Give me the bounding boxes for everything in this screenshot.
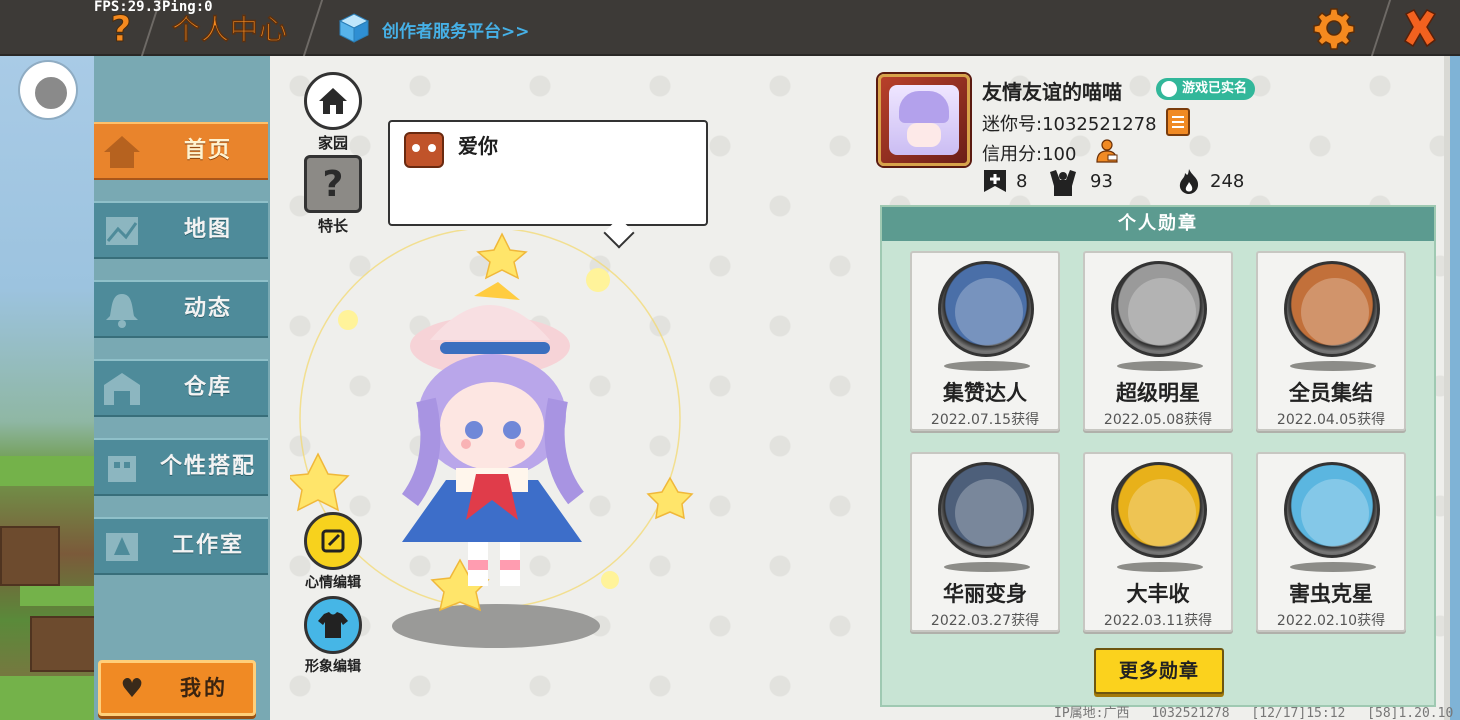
creator-platform-link[interactable]: 创作者服务平台>> bbox=[382, 17, 530, 42]
medal-date: 2022.05.08获得 bbox=[1103, 412, 1213, 428]
footer-version: [58]1.20.10 bbox=[1367, 706, 1454, 720]
medal-name: 全员集结 bbox=[1289, 381, 1373, 405]
sidebar-item-label: 动态 bbox=[183, 296, 232, 321]
profile-avatar[interactable] bbox=[878, 74, 970, 166]
sidebar-item-studio[interactable]: 工作室 bbox=[94, 517, 268, 575]
medal-card[interactable]: 华丽变身 2022.03.27获得 bbox=[910, 452, 1060, 632]
medal-name: 大丰收 bbox=[1126, 582, 1190, 606]
sidebar-item-feed[interactable]: 动态 bbox=[94, 280, 268, 338]
medal-name: 集赞达人 bbox=[943, 381, 1027, 405]
sidebar-item-label: 地图 bbox=[183, 217, 232, 242]
stat-fans: 93 bbox=[1048, 168, 1128, 196]
home-tool-label: 家园 bbox=[317, 134, 348, 152]
medal-panel-header: 个人勋章 bbox=[882, 207, 1434, 241]
map-icon bbox=[106, 217, 138, 245]
me-button-label: 我的 bbox=[180, 676, 228, 700]
gear-icon[interactable] bbox=[1312, 6, 1356, 50]
medal-card[interactable]: 害虫克星 2022.02.10获得 bbox=[1256, 452, 1406, 632]
medal-card[interactable]: 大丰收 2022.03.11获得 bbox=[1083, 452, 1233, 632]
medal-icon bbox=[1284, 462, 1380, 558]
medal-icon bbox=[1111, 462, 1207, 558]
medal-card[interactable]: 超级明星 2022.05.08获得 bbox=[1083, 251, 1233, 431]
more-medals-button[interactable]: 更多勋章 bbox=[1094, 648, 1224, 694]
sidebar-item-label: 仓库 bbox=[183, 375, 232, 400]
footer-uid: 1032521278 bbox=[1151, 706, 1230, 720]
record-icon[interactable] bbox=[20, 62, 76, 118]
fans-icon bbox=[1050, 170, 1076, 196]
outfit-icon bbox=[108, 456, 136, 482]
sidebar-item-map[interactable]: 地图 bbox=[94, 201, 268, 259]
medal-name: 超级明星 bbox=[1116, 381, 1200, 405]
ip-location: IP属地:广西 bbox=[1054, 706, 1130, 720]
medal-date: 2022.04.05获得 bbox=[1276, 412, 1386, 428]
home-icon bbox=[104, 136, 140, 168]
fps-readout: FPS:29.3 bbox=[94, 0, 162, 15]
studio-icon bbox=[106, 533, 138, 561]
medal-icon bbox=[938, 261, 1034, 357]
mood-text: 爱你 bbox=[458, 134, 498, 158]
emoji-icon bbox=[404, 132, 444, 168]
close-icon[interactable] bbox=[1400, 6, 1440, 50]
medal-icon bbox=[938, 462, 1034, 558]
medal-name: 害虫克星 bbox=[1289, 582, 1373, 606]
mini-id: 迷你号:1032521278 bbox=[982, 114, 1157, 135]
stat-fans-value: 93 bbox=[1090, 171, 1113, 192]
medal-date: 2022.03.27获得 bbox=[930, 613, 1040, 629]
sidebar-item-label: 首页 bbox=[183, 138, 232, 163]
mood-edit-tool[interactable]: 心情编辑 bbox=[298, 512, 368, 592]
footer-time: [12/17]15:12 bbox=[1251, 706, 1346, 720]
mood-edit-label: 心情编辑 bbox=[305, 575, 361, 591]
credit-person-icon[interactable] bbox=[1094, 138, 1120, 164]
me-button[interactable]: ♥ 我的 bbox=[98, 660, 256, 716]
mood-speech-bubble: 爱你 bbox=[388, 120, 708, 249]
shirt-icon bbox=[304, 596, 362, 654]
game-background bbox=[0, 56, 96, 720]
verified-badge: 游戏已实名 bbox=[1156, 78, 1256, 100]
look-edit-label: 形象编辑 bbox=[305, 659, 361, 675]
medal-date: 2022.03.11获得 bbox=[1103, 613, 1213, 629]
stat-posts-value: 8 bbox=[1016, 171, 1028, 192]
home-tool[interactable]: 家园 bbox=[298, 72, 368, 153]
sidebar-item-label: 工作室 bbox=[171, 533, 244, 558]
medal-date: 2022.02.10获得 bbox=[1276, 613, 1386, 629]
medal-icon bbox=[1284, 261, 1380, 357]
medal-card[interactable]: 集赞达人 2022.07.15获得 bbox=[910, 251, 1060, 431]
top-bar: ? 个人中心 创作者服务平台>> FPS:29.3 Ping:0 bbox=[0, 0, 1460, 56]
stat-posts: 8 bbox=[982, 168, 1042, 194]
footer-info: IP属地:广西 1032521278 [12/17]15:12 [58]1.20… bbox=[1054, 702, 1460, 720]
sidebar-item-label: 个性搭配 bbox=[159, 454, 256, 479]
ping-readout: Ping:0 bbox=[162, 0, 213, 15]
cube-icon[interactable] bbox=[338, 12, 370, 44]
stat-popularity-value: 248 bbox=[1210, 171, 1245, 192]
medal-icon bbox=[1111, 261, 1207, 357]
sidebar-item-outfit[interactable]: 个性搭配 bbox=[94, 438, 268, 496]
warehouse-icon bbox=[104, 373, 140, 405]
player-nickname: 友情友谊的喵喵 bbox=[982, 80, 1122, 104]
question-icon: ? bbox=[304, 155, 362, 213]
house-icon bbox=[304, 72, 362, 130]
medal-name: 华丽变身 bbox=[943, 582, 1027, 606]
sidebar-item-home[interactable]: 首页 bbox=[94, 122, 268, 180]
copy-icon[interactable] bbox=[1166, 108, 1190, 136]
look-edit-tool[interactable]: 形象编辑 bbox=[298, 596, 368, 676]
heart-icon: ♥ bbox=[120, 674, 144, 704]
medal-date: 2022.07.15获得 bbox=[930, 412, 1040, 428]
skill-tool[interactable]: ? 特长 bbox=[298, 155, 368, 236]
medal-card[interactable]: 全员集结 2022.04.05获得 bbox=[1256, 251, 1406, 431]
plus-flag-icon bbox=[984, 170, 1006, 192]
stat-popularity: 248 bbox=[1176, 168, 1256, 194]
flame-icon bbox=[1179, 169, 1199, 194]
edit-icon bbox=[304, 512, 362, 570]
credit-score: 信用分:100 bbox=[982, 144, 1077, 165]
sidebar: 首页 地图 动态 仓库 个性搭配 工作室 bbox=[94, 56, 270, 720]
bell-icon bbox=[106, 294, 138, 328]
sidebar-item-warehouse[interactable]: 仓库 bbox=[94, 359, 268, 417]
